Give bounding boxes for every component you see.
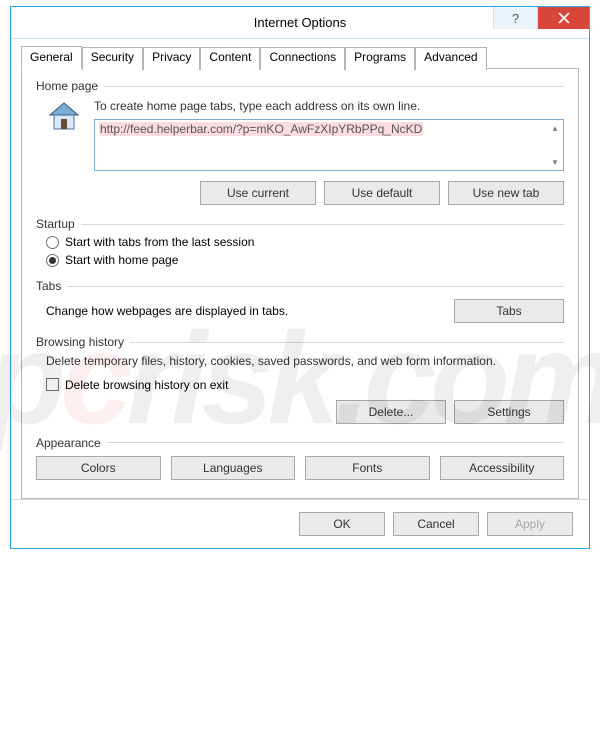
delete-on-exit-checkbox[interactable]: Delete browsing history on exit <box>46 378 564 392</box>
accessibility-button[interactable]: Accessibility <box>440 456 565 480</box>
titlebar: Internet Options ? <box>11 7 589 39</box>
tab-security[interactable]: Security <box>82 47 143 70</box>
help-button[interactable]: ? <box>493 7 537 29</box>
tabs-desc: Change how webpages are displayed in tab… <box>46 304 454 318</box>
tabs-group: Tabs Change how webpages are displayed i… <box>36 279 564 323</box>
appearance-group: Appearance Colors Languages Fonts Access… <box>36 436 564 480</box>
tab-privacy[interactable]: Privacy <box>143 47 200 70</box>
content-area: General Security Privacy Content Connect… <box>11 39 589 499</box>
startup-label: Startup <box>36 217 564 231</box>
browsing-history-label: Browsing history <box>36 335 564 349</box>
close-button[interactable] <box>537 7 589 29</box>
radio-icon <box>46 254 59 267</box>
appearance-label: Appearance <box>36 436 564 450</box>
startup-group: Startup Start with tabs from the last se… <box>36 217 564 267</box>
scroll-down-icon[interactable]: ▾ <box>548 155 562 169</box>
general-panel: Home page To create home page tabs, type… <box>21 69 579 499</box>
tabs-label: Tabs <box>36 279 564 293</box>
home-page-group: Home page To create home page tabs, type… <box>36 79 564 205</box>
fonts-button[interactable]: Fonts <box>305 456 430 480</box>
home-page-input[interactable]: http://feed.helperbar.com/?p=mKO_AwFzXIp… <box>94 119 564 171</box>
tab-content[interactable]: Content <box>200 47 260 70</box>
apply-button[interactable]: Apply <box>487 512 573 536</box>
tab-programs[interactable]: Programs <box>345 47 415 70</box>
home-page-url: http://feed.helperbar.com/?p=mKO_AwFzXIp… <box>99 122 423 136</box>
radio-icon <box>46 236 59 249</box>
ok-button[interactable]: OK <box>299 512 385 536</box>
startup-last-session-radio[interactable]: Start with tabs from the last session <box>46 235 564 249</box>
dialog-footer: OK Cancel Apply <box>11 499 589 548</box>
tab-strip: General Security Privacy Content Connect… <box>21 45 579 69</box>
checkbox-icon <box>46 378 59 391</box>
browsing-history-group: Browsing history Delete temporary files,… <box>36 335 564 424</box>
tab-advanced[interactable]: Advanced <box>415 47 486 70</box>
colors-button[interactable]: Colors <box>36 456 161 480</box>
title-controls: ? <box>493 7 589 38</box>
delete-button[interactable]: Delete... <box>336 400 446 424</box>
cancel-button[interactable]: Cancel <box>393 512 479 536</box>
tabs-button[interactable]: Tabs <box>454 299 564 323</box>
browsing-history-desc: Delete temporary files, history, cookies… <box>46 353 554 370</box>
settings-button[interactable]: Settings <box>454 400 564 424</box>
close-icon <box>558 12 570 24</box>
use-new-tab-button[interactable]: Use new tab <box>448 181 564 205</box>
startup-home-page-radio[interactable]: Start with home page <box>46 253 564 267</box>
use-current-button[interactable]: Use current <box>200 181 316 205</box>
home-page-label: Home page <box>36 79 564 93</box>
scroll-up-icon[interactable]: ▴ <box>548 121 562 135</box>
tab-general[interactable]: General <box>21 46 82 69</box>
home-page-desc: To create home page tabs, type each addr… <box>94 99 564 113</box>
tab-connections[interactable]: Connections <box>260 47 345 70</box>
home-icon <box>46 99 82 171</box>
internet-options-window: Internet Options ? General Security Priv… <box>10 6 590 549</box>
use-default-button[interactable]: Use default <box>324 181 440 205</box>
languages-button[interactable]: Languages <box>171 456 296 480</box>
